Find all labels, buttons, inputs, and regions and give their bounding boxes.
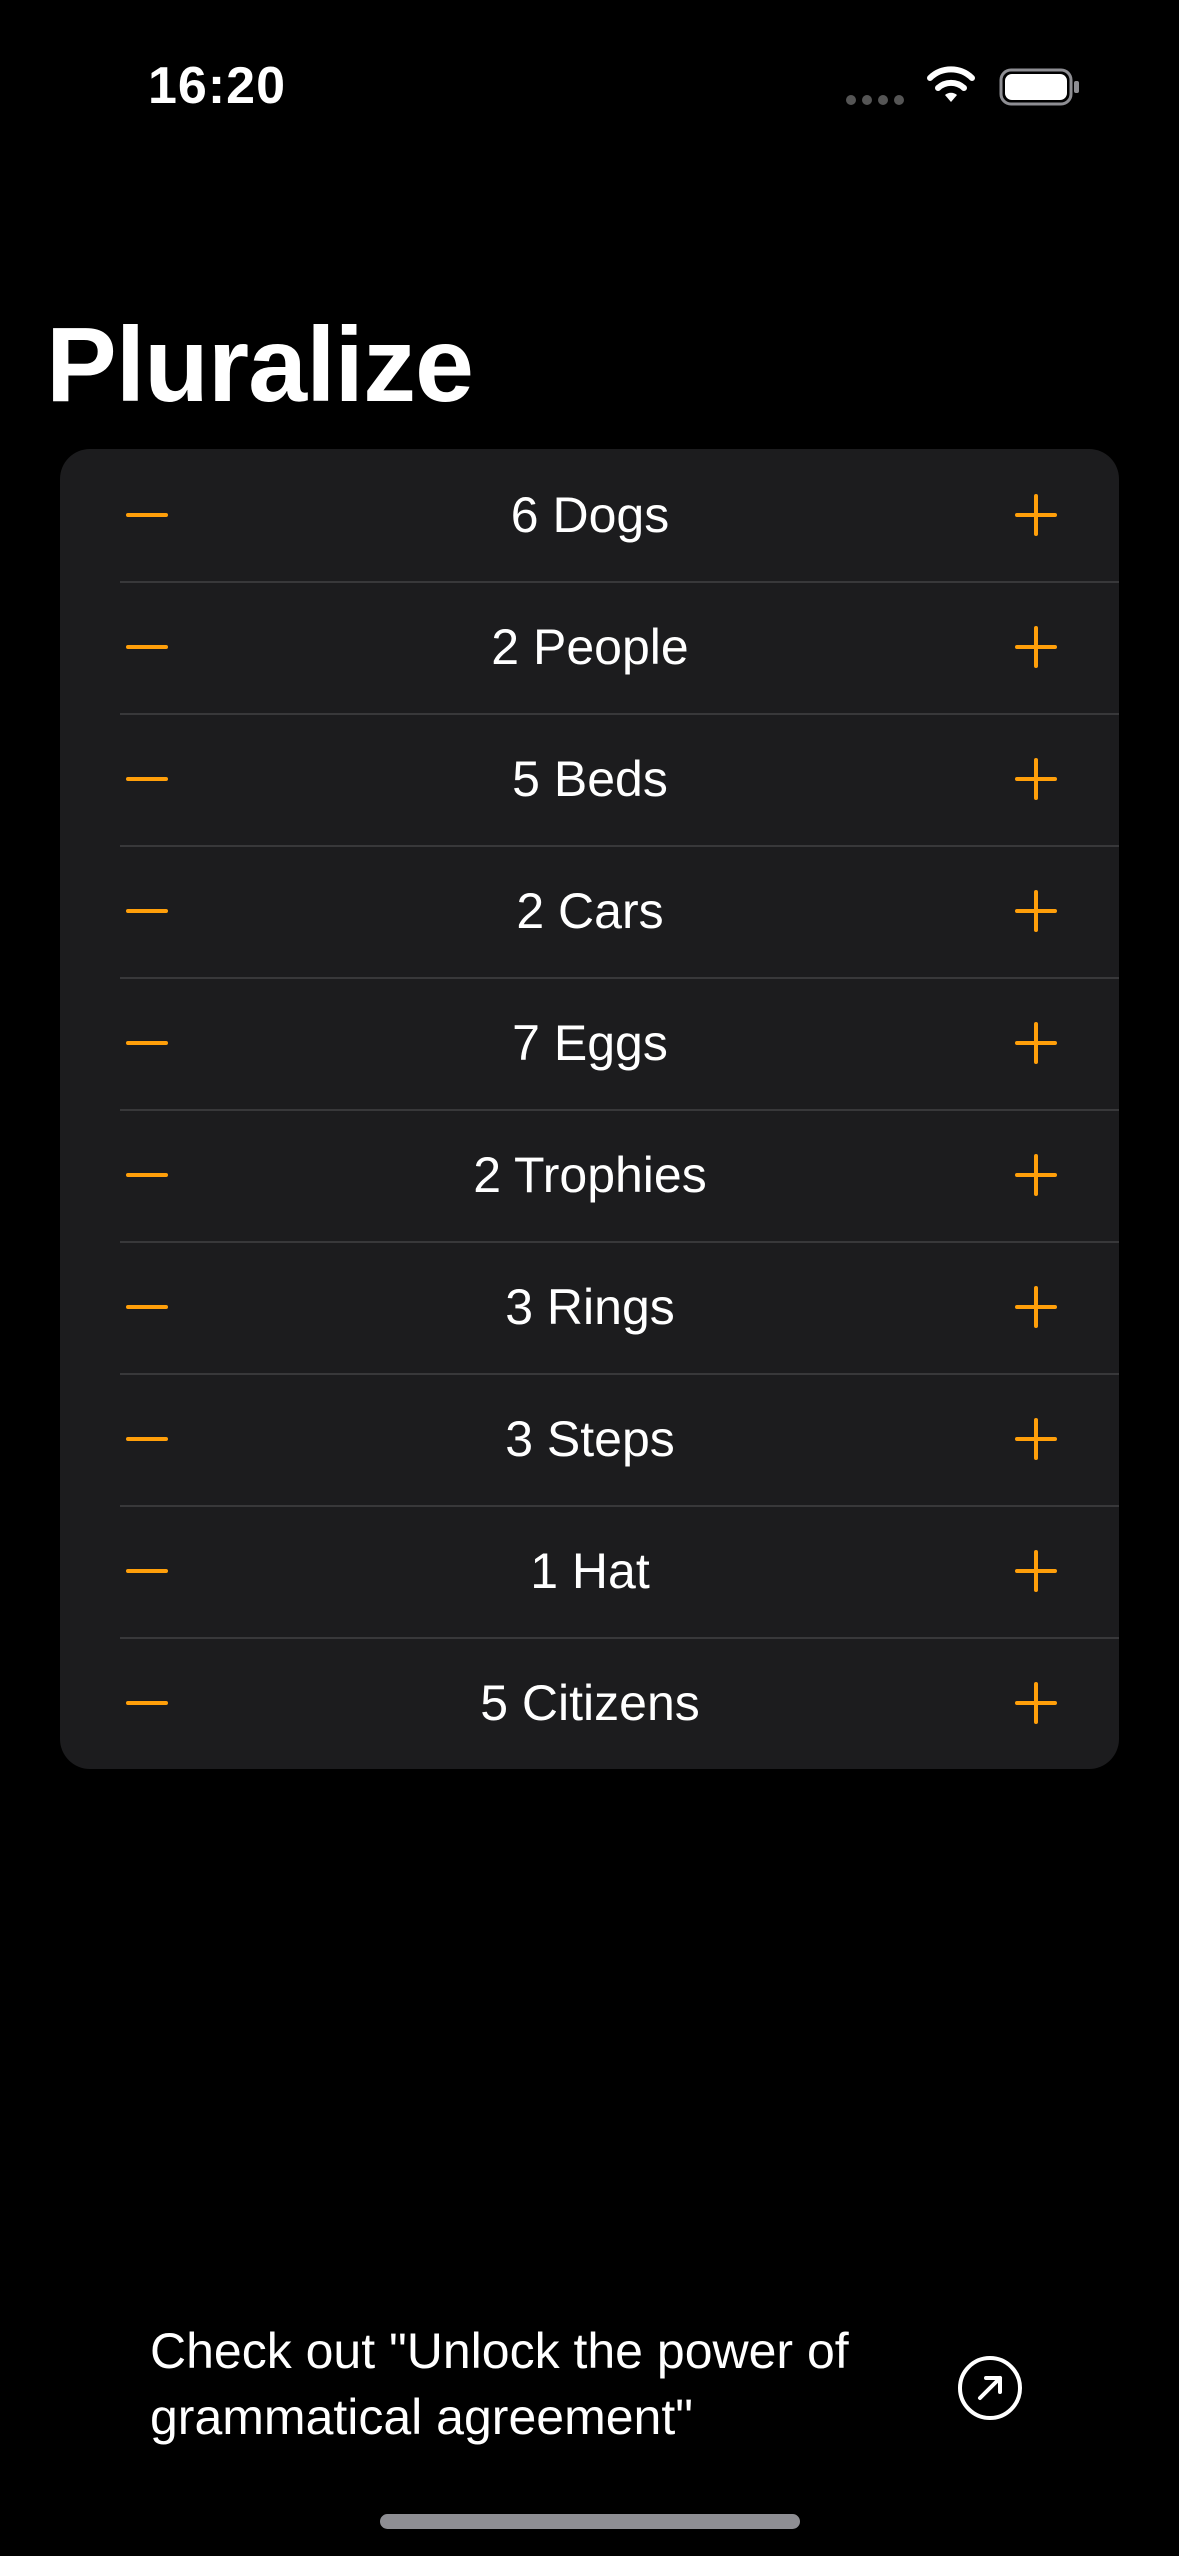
item-label: 2 People (491, 619, 689, 675)
list-item: 3 Rings (60, 1241, 1119, 1373)
external-link-icon (958, 2356, 1022, 2420)
minus-icon (126, 1305, 168, 1309)
minus-icon (126, 1569, 168, 1573)
list-item: 2 Trophies (60, 1109, 1119, 1241)
decrement-button[interactable] (120, 1145, 180, 1205)
increment-button[interactable] (1006, 617, 1066, 677)
cellular-dots-icon (846, 95, 904, 105)
list-item: 2 Cars (60, 845, 1119, 977)
increment-button[interactable] (1006, 1673, 1066, 1733)
home-indicator[interactable] (380, 2514, 800, 2529)
decrement-button[interactable] (120, 617, 180, 677)
item-label: 3 Steps (505, 1411, 675, 1467)
minus-icon (126, 1041, 168, 1045)
item-label: 1 Hat (530, 1543, 650, 1599)
list-item: 7 Eggs (60, 977, 1119, 1109)
status-time: 16:20 (148, 57, 286, 115)
decrement-button[interactable] (120, 749, 180, 809)
increment-button[interactable] (1006, 1145, 1066, 1205)
item-label: 6 Dogs (510, 487, 670, 543)
decrement-button[interactable] (120, 1541, 180, 1601)
increment-button[interactable] (1006, 1277, 1066, 1337)
minus-icon (126, 1437, 168, 1441)
list-item: 5 Citizens (60, 1637, 1119, 1769)
decrement-button[interactable] (120, 485, 180, 545)
minus-icon (126, 513, 168, 517)
list-item: 2 People (60, 581, 1119, 713)
list-item: 1 Hat (60, 1505, 1119, 1637)
minus-icon (126, 777, 168, 781)
minus-icon (126, 1173, 168, 1177)
decrement-button[interactable] (120, 1013, 180, 1073)
increment-button[interactable] (1006, 749, 1066, 809)
minus-icon (126, 1701, 168, 1705)
item-label: 5 Citizens (480, 1675, 700, 1731)
item-label: 2 Trophies (473, 1147, 707, 1203)
item-label: 3 Rings (505, 1279, 675, 1335)
item-label: 5 Beds (512, 751, 668, 807)
minus-icon (126, 645, 168, 649)
item-label: 7 Eggs (512, 1015, 668, 1071)
decrement-button[interactable] (120, 881, 180, 941)
increment-button[interactable] (1006, 1409, 1066, 1469)
item-label: 2 Cars (516, 883, 664, 939)
list-item: 6 Dogs (60, 449, 1119, 581)
stepper-list: 6 Dogs 2 People 5 Beds 2 Cars 7 Eggs 2 T… (60, 449, 1119, 1769)
list-item: 3 Steps (60, 1373, 1119, 1505)
article-link[interactable]: Check out "Unlock the power of grammatic… (150, 2318, 1050, 2458)
decrement-button[interactable] (120, 1277, 180, 1337)
battery-icon (999, 68, 1079, 106)
status-bar: 16:20 (0, 0, 1179, 150)
page-title: Pluralize (46, 306, 474, 424)
decrement-button[interactable] (120, 1409, 180, 1469)
list-item: 5 Beds (60, 713, 1119, 845)
increment-button[interactable] (1006, 485, 1066, 545)
increment-button[interactable] (1006, 881, 1066, 941)
article-link-text: Check out "Unlock the power of grammatic… (150, 2323, 849, 2445)
decrement-button[interactable] (120, 1673, 180, 1733)
minus-icon (126, 909, 168, 913)
increment-button[interactable] (1006, 1013, 1066, 1073)
increment-button[interactable] (1006, 1541, 1066, 1601)
wifi-icon (927, 66, 975, 102)
